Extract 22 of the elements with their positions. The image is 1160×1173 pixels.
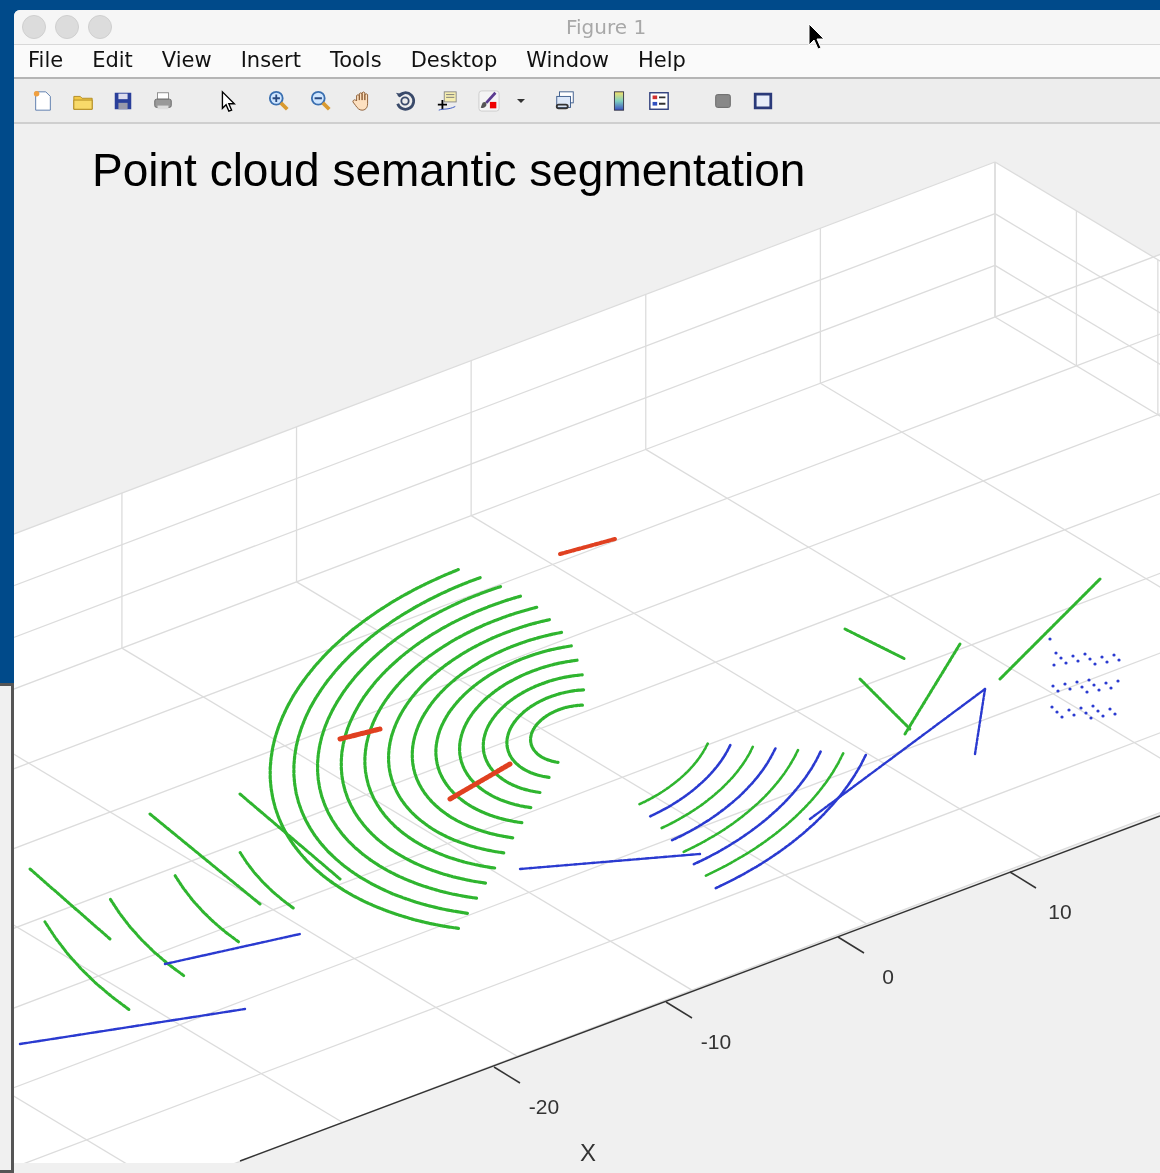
- menu-item[interactable]: Edit: [92, 45, 147, 77]
- menu-item[interactable]: Window: [526, 45, 624, 77]
- tick-label: -20: [528, 1095, 560, 1118]
- tick-label: 10: [1048, 900, 1072, 923]
- new-file-icon: [32, 88, 54, 113]
- caret-icon: [517, 98, 525, 103]
- brush-icon: [478, 88, 500, 113]
- tick-label: -10: [700, 1030, 732, 1053]
- window-title: Figure 1: [566, 14, 647, 41]
- tick-label: 0: [882, 965, 894, 988]
- plot-title: Point cloud semantic segmentation: [92, 144, 806, 196]
- rotate-icon: [394, 88, 416, 113]
- data-cursor-icon: [436, 88, 458, 113]
- menu-item[interactable]: Help: [638, 45, 700, 77]
- menu-item[interactable]: File: [28, 45, 78, 77]
- menu-item[interactable]: Tools: [329, 45, 396, 77]
- zoom-out-icon: [310, 88, 332, 113]
- menu-item[interactable]: Desktop: [410, 45, 512, 77]
- axis-label: X: [580, 1139, 596, 1163]
- zoom-in-icon: [268, 88, 290, 113]
- menu-item[interactable]: View: [161, 45, 226, 77]
- menu-item[interactable]: Insert: [240, 45, 315, 77]
